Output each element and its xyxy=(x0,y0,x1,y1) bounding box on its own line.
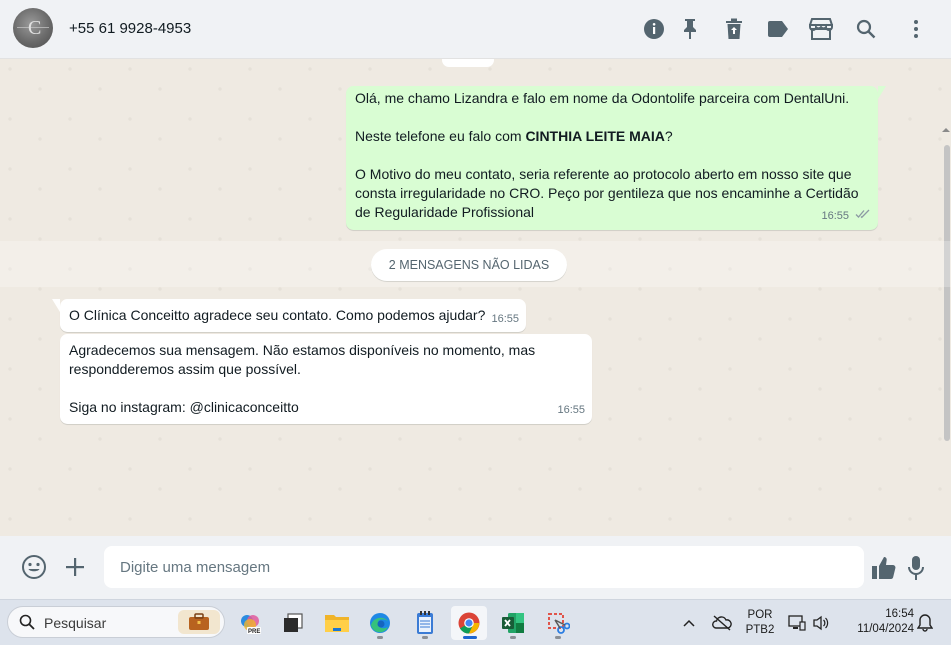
store-icon[interactable] xyxy=(809,17,833,41)
chat-area: Olá, me chamo Lizandra e falo em nome da… xyxy=(0,59,951,536)
label-icon[interactable] xyxy=(766,17,790,41)
message-text: Siga no instagram: @clinicaconceitto xyxy=(69,399,299,415)
contact-avatar[interactable]: C xyxy=(13,8,53,48)
chrome-icon[interactable] xyxy=(451,606,487,640)
running-indicator xyxy=(510,636,516,639)
emoji-icon[interactable] xyxy=(21,554,47,580)
microphone-icon[interactable] xyxy=(906,554,926,582)
info-icon[interactable] xyxy=(642,17,666,41)
network-icon[interactable] xyxy=(786,606,808,640)
message-text: Agradecemos sua mensagem. Não estamos di… xyxy=(69,342,540,377)
thumbs-up-icon[interactable] xyxy=(870,555,898,581)
message-text: Neste telefone eu falo com CINTHIA LEITE… xyxy=(355,128,673,144)
contact-name-bold: CINTHIA LEITE MAIA xyxy=(525,128,665,144)
show-hidden-icons-chevron-up-icon[interactable] xyxy=(676,606,702,640)
volume-icon[interactable] xyxy=(810,606,832,640)
unread-messages-badge: 2 MENSAGENS NÃO LIDAS xyxy=(371,249,567,281)
message-text: O Clínica Conceitto agradece seu contato… xyxy=(69,307,486,323)
taskbar-search[interactable]: Pesquisar xyxy=(7,606,225,638)
clock-time: 16:54 xyxy=(885,608,914,620)
task-view-icon[interactable] xyxy=(275,606,311,640)
delete-icon[interactable] xyxy=(722,17,746,41)
onedrive-offline-icon[interactable] xyxy=(708,606,736,640)
date-pill xyxy=(442,59,494,67)
excel-icon[interactable] xyxy=(495,606,531,640)
snipping-tool-icon[interactable] xyxy=(540,606,576,640)
edge-icon[interactable] xyxy=(362,606,398,640)
running-indicator xyxy=(555,636,561,639)
scrollbar[interactable] xyxy=(944,145,950,441)
search-icon[interactable] xyxy=(854,17,878,41)
incoming-message[interactable]: Agradecemos sua mensagem. Não estamos di… xyxy=(60,334,592,424)
message-text: O Motivo do meu contato, seria referente… xyxy=(355,166,863,220)
svg-text:PRE: PRE xyxy=(248,629,260,635)
composer-bar xyxy=(0,536,951,599)
message-time: 16:55 xyxy=(557,404,585,416)
message-time: 16:55 xyxy=(491,313,519,325)
message-text: Olá, me chamo Lizandra e falo em nome da… xyxy=(355,90,850,106)
copilot-icon[interactable]: PRE xyxy=(232,606,268,640)
chat-header: C +55 61 9928-4953 xyxy=(0,0,951,59)
read-double-check-icon xyxy=(855,205,871,224)
scroll-up-arrow[interactable] xyxy=(942,121,950,132)
running-indicator xyxy=(377,636,383,639)
message-time: 16:55 xyxy=(821,210,849,222)
notification-bell-icon[interactable] xyxy=(914,606,936,640)
windows-taskbar: Pesquisar PRE POR PTB2 16:54 11/04/2024 xyxy=(0,599,951,645)
active-indicator xyxy=(463,636,477,639)
bubble-tail xyxy=(52,299,60,312)
bubble-tail xyxy=(878,86,886,99)
notepad-icon[interactable] xyxy=(407,606,443,640)
contact-name[interactable]: +55 61 9928-4953 xyxy=(69,20,191,37)
clock[interactable]: 16:54 11/04/2024 xyxy=(842,607,914,637)
taskbar-search-label: Pesquisar xyxy=(44,615,107,631)
input-language[interactable]: POR PTB2 xyxy=(743,608,777,638)
briefcase-icon xyxy=(178,610,220,634)
running-indicator xyxy=(422,636,428,639)
clock-date: 11/04/2024 xyxy=(857,623,914,635)
pin-icon[interactable] xyxy=(678,17,702,41)
outgoing-message[interactable]: Olá, me chamo Lizandra e falo em nome da… xyxy=(346,86,886,230)
menu-icon[interactable] xyxy=(904,17,928,41)
file-explorer-icon[interactable] xyxy=(319,606,355,640)
incoming-message[interactable]: O Clínica Conceitto agradece seu contato… xyxy=(52,299,526,332)
plus-icon[interactable] xyxy=(64,556,86,578)
message-input[interactable] xyxy=(104,546,864,588)
search-icon xyxy=(19,614,35,635)
